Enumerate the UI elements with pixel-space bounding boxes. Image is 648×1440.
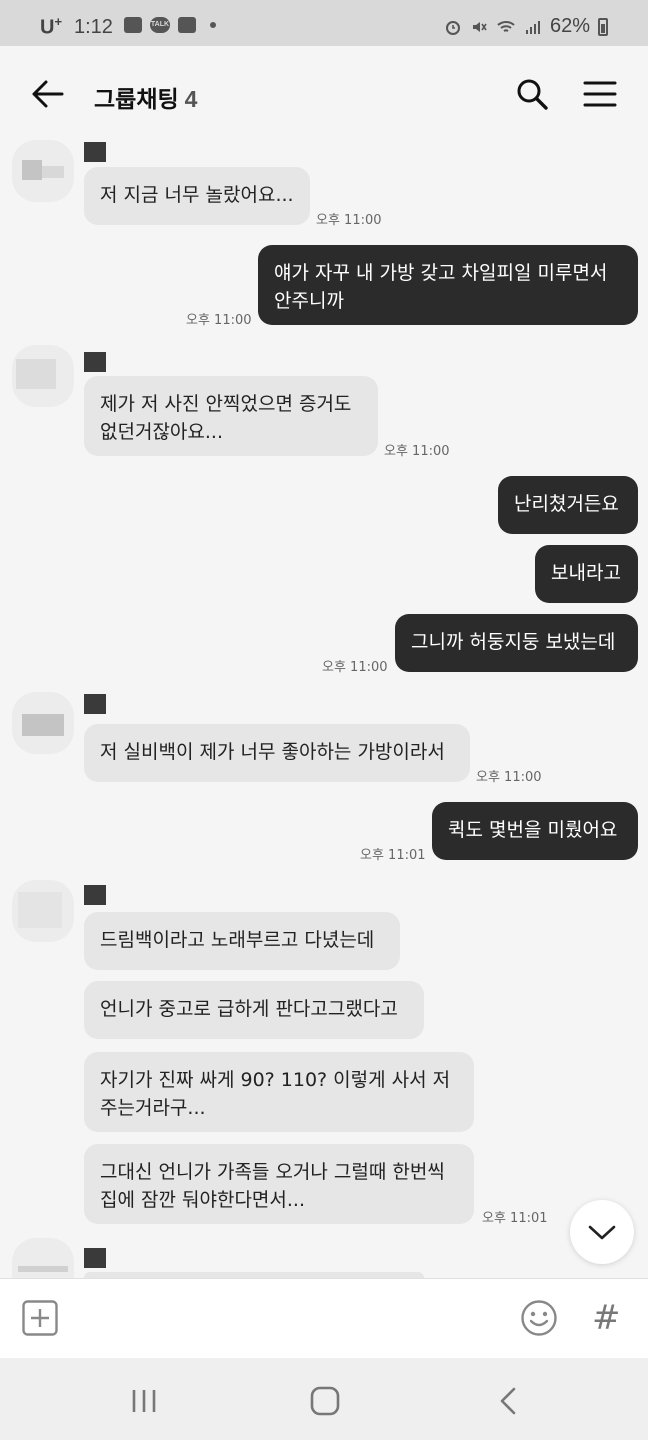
more-notifications-icon [210, 22, 216, 28]
back-arrow-icon[interactable] [30, 78, 66, 110]
message-bubble[interactable]: 저 지금 너무 놀랐어요... [84, 167, 310, 225]
sender-name-redacted [84, 142, 106, 162]
carrier-label: U+ [40, 14, 63, 39]
message-icon [178, 17, 196, 33]
chat-title: 그룹채팅 4 [94, 86, 198, 112]
message-bubble-outgoing[interactable]: 그니까 허둥지둥 보냈는데 [395, 614, 638, 672]
message-bubble[interactable]: 저 실비백이 제가 너무 좋아하는 가방이라서 [84, 724, 470, 782]
status-time: 1:12 [74, 16, 113, 38]
avatar[interactable] [12, 140, 74, 202]
recent-apps-icon[interactable] [130, 1388, 158, 1414]
alarm-icon [445, 20, 460, 35]
message-bubble-outgoing[interactable]: 얘가 자꾸 내 가방 갖고 차일피일 미루면서 안주니까 [258, 245, 638, 325]
message-bubble[interactable]: 제가 저 사진 안찍었으면 증거도 없던거잖아요... [84, 376, 378, 456]
avatar[interactable] [12, 345, 74, 407]
attach-plus-icon[interactable] [22, 1300, 58, 1336]
avatar[interactable] [12, 1238, 74, 1278]
status-bar: U+ 1:12 TALK 62% [0, 0, 648, 46]
message-bubble[interactable]: 자기가 진짜 싸게 90? 110? 이렇게 사서 저 주는거라구... [84, 1052, 474, 1132]
avatar[interactable] [12, 692, 74, 754]
home-icon[interactable] [310, 1386, 340, 1416]
system-icons: 62% [444, 15, 608, 38]
message-bubble-outgoing[interactable]: 보내라고 [535, 545, 638, 603]
chevron-down-icon [588, 1225, 616, 1240]
emoji-icon[interactable] [520, 1299, 558, 1337]
message-time: 오후 11:00 [316, 213, 382, 228]
mute-icon [472, 21, 487, 32]
gallery-icon [124, 17, 142, 33]
message-bubble-outgoing[interactable]: 난리쳤거든요 [498, 476, 638, 534]
avatar[interactable] [12, 880, 74, 942]
battery-percent: 62% [549, 15, 590, 37]
message-bubble[interactable]: 드림백이라고 노래부르고 다녔는데 [84, 912, 400, 970]
signal-icon [525, 20, 540, 34]
scroll-to-bottom-button[interactable] [570, 1200, 634, 1264]
message-time: 오후 11:00 [186, 313, 252, 328]
message-bubble[interactable]: 그대신 언니가 가족들 오거나 그럴때 한번씩 집에 잠깐 둬야한다면서... [84, 1144, 474, 1224]
sender-name-redacted [84, 352, 106, 372]
sender-name-redacted [84, 694, 106, 714]
message-time: 오후 11:00 [476, 770, 542, 785]
nav-back-icon[interactable] [496, 1386, 520, 1416]
member-count: 4 [184, 86, 198, 112]
battery-icon [598, 17, 608, 36]
message-time: 오후 11:01 [360, 848, 426, 863]
message-bubble[interactable]: 언니가 중고로 급하게 판다고그랬다고 [84, 981, 424, 1039]
sender-name-redacted [84, 1248, 106, 1268]
search-icon[interactable] [514, 76, 550, 112]
menu-icon[interactable] [582, 78, 618, 110]
kakaotalk-icon: TALK [150, 17, 170, 33]
message-bubble-outgoing[interactable]: 퀵도 몇번을 미뤘어요 [432, 802, 638, 860]
sender-name-redacted [84, 885, 106, 905]
message-time: 오후 11:00 [322, 660, 388, 675]
wifi-icon [497, 20, 515, 32]
message-time: 오후 11:01 [482, 1211, 548, 1226]
notification-icons: TALK [124, 17, 216, 33]
message-time: 오후 11:00 [384, 444, 450, 459]
hash-button[interactable]: # [592, 1298, 621, 1338]
